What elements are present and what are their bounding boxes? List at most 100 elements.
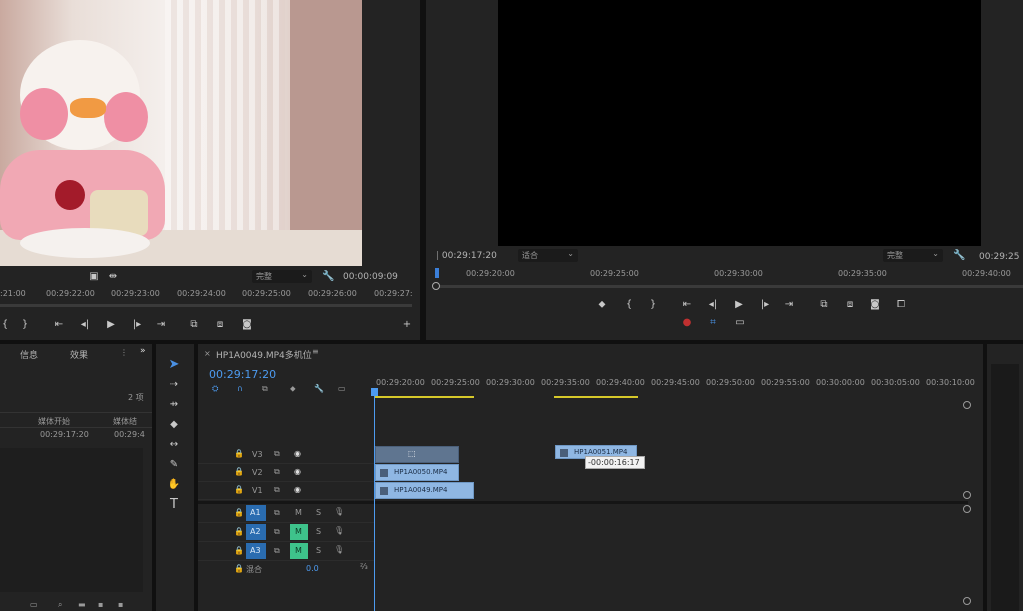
sync-lock-icon[interactable]: ⧉ bbox=[274, 449, 280, 459]
folder-icon[interactable]: ▬ bbox=[78, 600, 86, 609]
audio-video-toggle[interactable]: ⇹ bbox=[106, 270, 120, 284]
captions-icon[interactable]: ▭ bbox=[338, 384, 346, 393]
lock-icon[interactable]: 🔒 bbox=[234, 449, 244, 458]
track-target-a2[interactable]: A2 bbox=[246, 524, 266, 540]
marker-icon[interactable]: ⬥ bbox=[596, 298, 608, 312]
mute-button[interactable]: M bbox=[295, 508, 302, 517]
mark-in-icon[interactable]: { bbox=[624, 298, 634, 312]
mix-value[interactable]: 0.0 bbox=[306, 564, 319, 573]
column-media-end[interactable]: 媒体结 bbox=[113, 416, 137, 427]
track-select-tool-icon[interactable]: ⇢ bbox=[166, 378, 182, 392]
solo-button[interactable]: S bbox=[316, 527, 321, 536]
compare-icon[interactable]: ⧠ bbox=[894, 298, 908, 312]
eye-icon[interactable]: ◉ bbox=[294, 485, 301, 494]
audio-scroll-bottom[interactable] bbox=[963, 597, 971, 605]
search-icon[interactable]: ⌕ bbox=[58, 600, 62, 610]
timeline-tab[interactable]: HP1A0049.MP4多机位 bbox=[216, 348, 312, 361]
lock-icon[interactable]: 🔒 bbox=[234, 485, 244, 494]
lock-icon[interactable]: 🔒 bbox=[234, 467, 244, 476]
solo-button[interactable]: S bbox=[316, 546, 321, 555]
mic-icon[interactable]: 🎙 bbox=[334, 507, 344, 516]
step-back-icon[interactable]: ◂| bbox=[78, 318, 92, 332]
wrench-icon[interactable]: 🔧 bbox=[314, 384, 324, 393]
add-marker-icon[interactable]: ⬥ bbox=[290, 384, 296, 394]
lift-icon[interactable]: ⧉ bbox=[816, 298, 832, 312]
mark-out-icon[interactable]: } bbox=[648, 298, 658, 312]
lock-icon[interactable]: 🔒 bbox=[234, 564, 244, 573]
clip-hp1a0050[interactable]: HP1A0050.MP4 bbox=[375, 464, 459, 481]
linked-selection-icon[interactable]: ⧉ bbox=[262, 384, 268, 394]
razor-tool-icon[interactable]: ◆ bbox=[166, 418, 182, 432]
panel-expand-icon[interactable]: » bbox=[140, 346, 146, 356]
camera-icon[interactable]: ◙ bbox=[240, 318, 254, 332]
lock-icon[interactable]: 🔒 bbox=[234, 508, 244, 517]
sync-lock-icon[interactable]: ⧉ bbox=[274, 508, 280, 518]
insert-clip-icon[interactable]: ⧉ bbox=[186, 318, 202, 332]
media-row[interactable]: 00:29:17:20 00:29:4 bbox=[0, 428, 152, 442]
mic-icon[interactable]: 🎙 bbox=[334, 526, 344, 535]
hand-tool-icon[interactable]: ✋ bbox=[166, 478, 182, 492]
program-quality-select[interactable]: 完整 ⌄ bbox=[883, 249, 943, 262]
step-forward-icon[interactable]: |▸ bbox=[758, 298, 772, 312]
play-icon[interactable]: ▶ bbox=[732, 298, 746, 312]
trash-icon[interactable]: ▪ bbox=[118, 600, 123, 609]
audio-scroll-top[interactable] bbox=[963, 505, 971, 513]
v3-drag-ghost-clip[interactable]: ⬚ bbox=[375, 446, 459, 463]
insert-button[interactable]: ▣ bbox=[88, 270, 100, 284]
lock-icon[interactable]: 🔒 bbox=[234, 546, 244, 555]
program-fit-select[interactable]: 适合 ⌄ bbox=[518, 249, 578, 262]
go-to-in-icon[interactable]: ⇤ bbox=[52, 318, 66, 332]
type-tool-icon[interactable]: T bbox=[166, 498, 182, 512]
nest-icon[interactable]: ⛭ bbox=[212, 384, 218, 394]
sync-lock-icon[interactable]: ⧉ bbox=[274, 546, 280, 556]
close-icon[interactable]: × bbox=[204, 349, 211, 358]
step-forward-icon[interactable]: |▸ bbox=[130, 318, 144, 332]
work-area-bar-2[interactable] bbox=[554, 396, 638, 398]
play-icon[interactable]: ▶ bbox=[104, 318, 118, 332]
work-area-bar[interactable] bbox=[374, 396, 474, 398]
sync-lock-icon[interactable]: ⧉ bbox=[274, 467, 280, 477]
step-back-icon[interactable]: ◂| bbox=[706, 298, 720, 312]
overwrite-clip-icon[interactable]: ⧈ bbox=[212, 318, 228, 332]
sync-lock-icon[interactable]: ⧉ bbox=[274, 485, 280, 495]
tab-effects[interactable]: 效果 bbox=[70, 348, 88, 361]
track-target-a1[interactable]: A1 bbox=[246, 505, 266, 521]
eye-icon[interactable]: ◉ bbox=[294, 449, 301, 458]
go-to-out-icon[interactable]: ⇥ bbox=[782, 298, 796, 312]
wrench-icon[interactable]: 🔧 bbox=[322, 270, 334, 284]
go-to-out-icon[interactable]: ⇥ bbox=[154, 318, 168, 332]
record-icon[interactable]: ● bbox=[680, 316, 694, 330]
snap-icon[interactable]: ∩ bbox=[237, 384, 243, 393]
eye-icon[interactable]: ◉ bbox=[294, 467, 301, 476]
timeline-ruler[interactable]: 00:29:20:00 00:29:25:00 00:29:30:00 00:2… bbox=[374, 374, 975, 398]
mark-out-icon[interactable]: { bbox=[0, 318, 10, 332]
program-scrub-bar[interactable] bbox=[432, 282, 1023, 290]
tab-menu-icon[interactable]: ≡ bbox=[312, 347, 319, 356]
track-target-a3[interactable]: A3 bbox=[246, 543, 266, 559]
vertical-scroll-top[interactable] bbox=[963, 401, 971, 409]
sync-lock-icon[interactable]: ⧉ bbox=[274, 527, 280, 537]
selection-tool-icon[interactable]: ➤ bbox=[166, 358, 182, 372]
playhead-line[interactable] bbox=[374, 388, 375, 611]
source-scrub-bar[interactable] bbox=[0, 304, 412, 307]
playhead-handle[interactable] bbox=[371, 388, 378, 396]
camera-icon[interactable]: ◙ bbox=[868, 298, 882, 312]
wrench-icon[interactable]: 🔧 bbox=[953, 249, 965, 263]
vr-video-icon[interactable]: ⌗ bbox=[706, 316, 720, 330]
column-media-start[interactable]: 媒体开始 bbox=[38, 416, 70, 427]
add-button-icon[interactable]: + bbox=[400, 318, 414, 332]
program-playhead-marker[interactable] bbox=[435, 268, 439, 278]
clip-hp1a0049[interactable]: HP1A0049.MP4 bbox=[375, 482, 474, 499]
slip-tool-icon[interactable]: ↔ bbox=[166, 438, 182, 452]
mark-in-icon[interactable]: } bbox=[20, 318, 30, 332]
pen-tool-icon[interactable]: ✎ bbox=[166, 458, 182, 472]
go-to-in-icon[interactable]: ⇤ bbox=[680, 298, 694, 312]
source-fit-select[interactable]: 完整 ⌄ bbox=[252, 270, 312, 283]
mic-icon[interactable]: 🎙 bbox=[334, 545, 344, 554]
solo-button[interactable]: S bbox=[316, 508, 321, 517]
lock-icon[interactable]: 🔒 bbox=[234, 527, 244, 536]
mute-button-active[interactable]: M bbox=[290, 524, 308, 540]
new-item-icon[interactable]: ▪ bbox=[98, 600, 103, 609]
multicam-toggle-icon[interactable]: ▭ bbox=[732, 316, 748, 330]
timeline-timecode[interactable]: 00:29:17:20 bbox=[209, 368, 276, 381]
